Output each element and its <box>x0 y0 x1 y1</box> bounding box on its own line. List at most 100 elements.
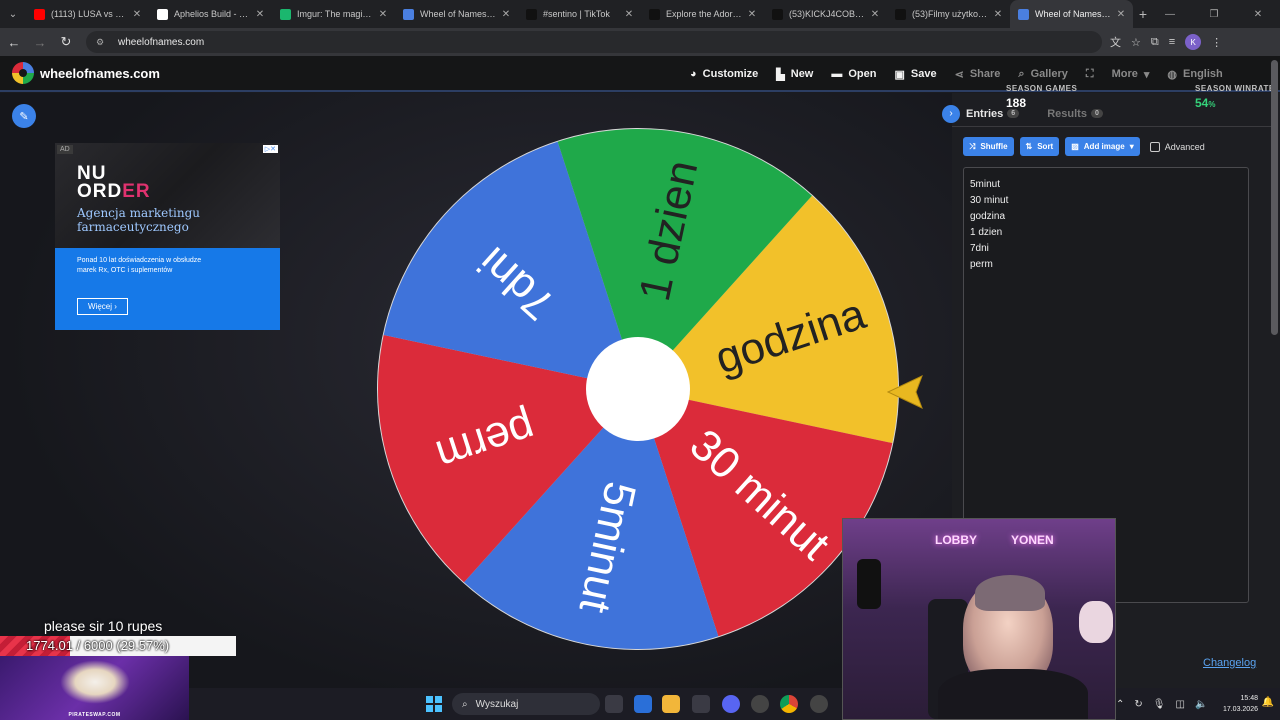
windows-start-icon[interactable] <box>426 696 442 712</box>
task-view-icon[interactable] <box>605 695 623 713</box>
url-bar[interactable]: ⚙ wheelofnames.com <box>86 31 1102 53</box>
new-button[interactable]: ▙ New <box>776 68 813 81</box>
browser-tab[interactable]: Wheel of Names | Ra ✕ <box>395 0 518 28</box>
tiktok-icon <box>649 8 660 20</box>
browser-tab[interactable]: (1113) LUSA vs BALL ✕ <box>26 0 149 28</box>
new-label: New <box>790 68 814 80</box>
translate-icon[interactable]: 文 <box>1110 34 1121 50</box>
goal-progress-text: 1774.01 / 6000 (29.57%) <box>26 638 170 653</box>
site-logo[interactable]: wheelofnames.com <box>12 62 160 84</box>
bookmark-star-icon[interactable]: ☆ <box>1131 36 1141 49</box>
file-explorer-icon[interactable] <box>662 695 680 713</box>
customize-button[interactable]: ◕ Customize <box>690 68 758 80</box>
tab-close-icon[interactable]: ✕ <box>500 9 512 20</box>
network-icon[interactable]: ◫ <box>1175 699 1184 710</box>
browser-tab[interactable]: Aphelios Build - Rune ✕ <box>149 0 272 28</box>
wheel-icon <box>1018 8 1029 20</box>
shuffle-button[interactable]: ⤨ Shuffle <box>963 137 1014 156</box>
wheel-hub[interactable] <box>586 337 690 441</box>
maximize-button[interactable]: ❐ <box>1192 0 1236 28</box>
extensions-icon[interactable]: ⧉ <box>1151 36 1159 49</box>
minimize-button[interactable]: — <box>1148 0 1192 28</box>
reading-list-icon[interactable]: ≡ <box>1169 36 1175 48</box>
wheel[interactable]: godzina 30 minut 5minut perm 7dni 1 dzien <box>376 127 900 651</box>
promo-banner: PIRATESWAP.COM <box>0 656 189 720</box>
back-icon[interactable]: ← <box>2 30 26 54</box>
browser-tab[interactable]: (53)Filmy użytkownik ✕ <box>887 0 1010 28</box>
ad-body: Ponad 10 lat doświadczenia w obsłudze ma… <box>77 257 202 274</box>
share-button[interactable]: ⋖ Share <box>955 68 1001 81</box>
ad-choices-icon[interactable]: ▷✕ <box>262 145 278 153</box>
open-button[interactable]: ▬ Open <box>831 68 876 80</box>
save-label: Save <box>910 68 937 80</box>
tab-title: (1113) LUSA vs BALL <box>51 9 127 19</box>
add-image-button[interactable]: ▨ Add image ▾ <box>1065 137 1140 156</box>
tab-title: Imgur: The magic of t <box>297 9 373 19</box>
profile-avatar[interactable]: K <box>1185 34 1202 50</box>
volume-icon[interactable]: 🔈 <box>1195 699 1207 710</box>
sync-icon[interactable]: ↻ <box>1134 699 1142 710</box>
fullscreen-icon: ⛶ <box>1085 67 1094 80</box>
imgur-icon <box>280 8 291 20</box>
forward-icon[interactable]: → <box>28 30 52 54</box>
reload-icon[interactable]: ↻ <box>54 30 78 54</box>
chrome-icon[interactable] <box>780 695 798 713</box>
tab-close-icon[interactable]: ✕ <box>623 9 635 20</box>
tiktok-icon <box>772 8 783 20</box>
tab-title: Wheel of Names | Ra <box>1035 9 1111 19</box>
save-button[interactable]: ▣ Save <box>895 68 937 81</box>
tab-close-icon[interactable]: ✕ <box>1115 9 1127 20</box>
tray-overflow-icon[interactable]: ⌃ <box>1116 699 1124 710</box>
page-scrollbar[interactable] <box>1271 60 1278 335</box>
tab-close-icon[interactable]: ✕ <box>992 9 1004 20</box>
browser-menu-icon[interactable]: ⋮ <box>1211 36 1222 49</box>
tab-close-icon[interactable]: ✕ <box>869 9 881 20</box>
sort-button[interactable]: ⇅ Sort <box>1019 137 1060 156</box>
wheel-logo-icon <box>12 62 34 84</box>
close-window-button[interactable]: ✕ <box>1236 0 1280 28</box>
changelog-link[interactable]: Changelog <box>1203 657 1256 669</box>
gallery-button[interactable]: ⌕ Gallery <box>1018 68 1067 81</box>
advanced-checkbox[interactable] <box>1149 141 1160 152</box>
ad-badge: AD <box>57 145 73 154</box>
store-icon[interactable] <box>692 695 710 713</box>
palette-icon: ◕ <box>690 68 697 80</box>
tabs-container: (1113) LUSA vs BALL✕Aphelios Build - Run… <box>26 0 1133 28</box>
site-info-icon[interactable]: ⚙ <box>96 37 110 48</box>
browser-tab[interactable]: #sentino | TikTok ✕ <box>518 0 641 28</box>
tab-close-icon[interactable]: ✕ <box>746 9 758 20</box>
tiktok-icon <box>526 8 537 20</box>
tab-search-button[interactable]: ⌄ <box>0 0 26 28</box>
taskbar-search[interactable]: ⌕ Wyszukaj <box>452 693 600 715</box>
advanced-toggle[interactable]: Advanced <box>1149 141 1205 152</box>
discord-icon[interactable] <box>722 695 740 713</box>
app-icon[interactable] <box>751 695 769 713</box>
browser-tab[interactable]: Explore the Adorable ✕ <box>641 0 764 28</box>
wheel-svg[interactable]: godzina30 minut5minutperm7dni 1 dzien <box>376 127 900 651</box>
advanced-label: Advanced <box>1164 141 1205 152</box>
gallery-label: Gallery <box>1030 68 1068 80</box>
fullscreen-button[interactable]: ⛶ <box>1086 68 1094 81</box>
mic-icon[interactable]: 🎙 <box>1153 699 1166 710</box>
more-button[interactable]: More ▾ <box>1112 68 1150 81</box>
edit-pencil-button[interactable]: ✎ <box>12 104 36 128</box>
collapse-panel-button[interactable]: › <box>942 104 960 123</box>
chevron-down-icon: ▾ <box>1143 68 1150 81</box>
browser-tab[interactable]: (53)KICKJ4COBGG p ✕ <box>764 0 887 28</box>
advertisement[interactable]: AD ▷✕ NU ORDER Agencja marketingu farmac… <box>55 143 280 330</box>
browser-tab[interactable]: Imgur: The magic of t ✕ <box>272 0 395 28</box>
ad-brand-accent: ER <box>122 181 151 202</box>
browser-tab[interactable]: Wheel of Names | Ra ✕ <box>1010 0 1133 28</box>
ad-cta-button[interactable]: Więcej › <box>77 298 128 315</box>
neon-sign-left: LOBBY <box>935 533 977 547</box>
outlook-icon[interactable] <box>634 695 652 713</box>
tab-close-icon[interactable]: ✕ <box>377 9 389 20</box>
tab-close-icon[interactable]: ✕ <box>131 9 143 20</box>
notification-bell-icon[interactable]: 🔔 <box>1262 697 1274 708</box>
streamer-hair-image <box>975 575 1045 611</box>
browser-tab-bar: ⌄ (1113) LUSA vs BALL✕Aphelios Build - R… <box>0 0 1280 28</box>
app-icon-2[interactable] <box>810 695 828 713</box>
language-button[interactable]: ◍ English <box>1167 68 1222 81</box>
clock[interactable]: 15:48 17.03.2026 <box>1223 693 1258 715</box>
tab-close-icon[interactable]: ✕ <box>254 9 266 20</box>
